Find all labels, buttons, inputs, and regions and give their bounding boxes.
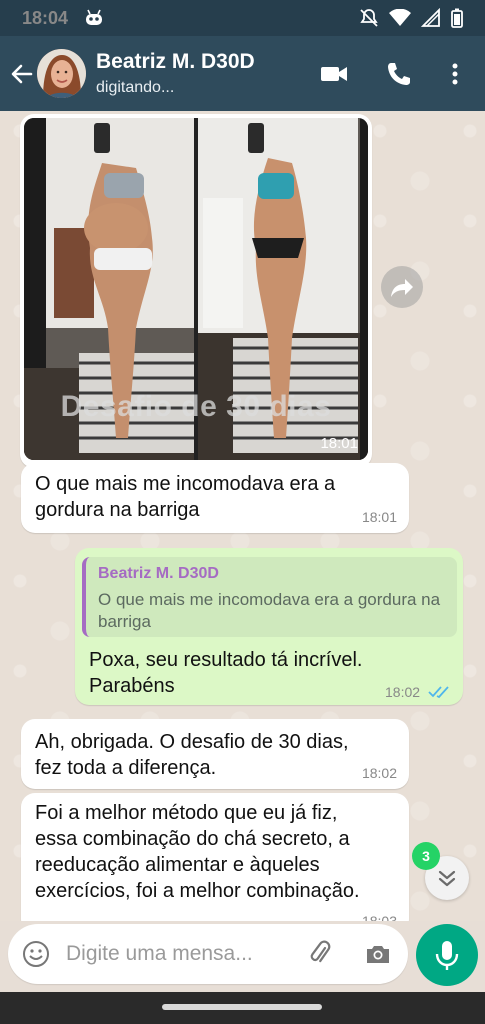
message-composer[interactable]: Digite uma mensa... xyxy=(8,924,408,984)
quote-author: Beatriz M. D30D xyxy=(98,565,219,582)
status-icons xyxy=(359,8,463,28)
message-text: fez toda a diferença. xyxy=(35,757,217,779)
unread-count-badge: 3 xyxy=(412,842,440,870)
mic-icon xyxy=(435,941,459,970)
message-time: 18:01 xyxy=(361,509,397,525)
contact-name[interactable]: Beatriz M. D30D xyxy=(96,50,255,74)
forward-icon xyxy=(391,279,413,297)
incoming-message[interactable]: Ah, obrigada. O desafio de 30 dias, fez … xyxy=(21,719,409,789)
photo-image[interactable]: Desafio de 30 dias 18:01 xyxy=(24,118,368,460)
status-time: 18:04 xyxy=(22,8,69,28)
message-text: reeducação alimentar e àqueles xyxy=(35,854,320,876)
quoted-message[interactable]: Beatriz M. D30D O que mais me incomodava… xyxy=(82,557,457,637)
voice-message-button[interactable] xyxy=(416,924,478,986)
message-text: O que mais me incomodava era a xyxy=(35,473,336,495)
message-text: Foi a melhor método que eu já fiz, xyxy=(35,802,338,824)
double-check-icon xyxy=(428,686,449,699)
message-input[interactable]: Digite uma mensa... xyxy=(66,942,253,966)
message-time: 18:03 xyxy=(361,913,397,921)
chat-area[interactable]: Desafio de 30 dias 18:01 O que mais me i… xyxy=(0,111,485,921)
message-text: Ah, obrigada. O desafio de 30 dias, xyxy=(35,731,349,753)
more-vert-icon[interactable] xyxy=(441,60,469,88)
forward-button[interactable] xyxy=(381,266,423,308)
incoming-message[interactable]: Foi a melhor método que eu já fiz, essa … xyxy=(21,793,409,921)
message-text: Poxa, seu resultado tá incrível. xyxy=(89,649,363,671)
emoji-icon[interactable] xyxy=(22,940,50,968)
mute-icon xyxy=(360,9,378,27)
message-text: exercícios, foi a melhor combinação. xyxy=(35,880,360,902)
wifi-icon xyxy=(389,9,411,26)
system-nav-bar xyxy=(0,992,485,1024)
signal-icon xyxy=(421,8,440,27)
message-time: 18:02 xyxy=(361,765,397,781)
attach-icon[interactable] xyxy=(306,940,334,968)
quote-text: O que mais me incomodava era a gordura n… xyxy=(98,590,441,631)
avatar[interactable] xyxy=(37,49,86,98)
battery-icon xyxy=(451,8,463,28)
typing-status: digitando... xyxy=(96,79,175,96)
camera-icon[interactable] xyxy=(364,940,392,968)
back-arrow-icon[interactable] xyxy=(9,61,35,87)
notification-app-icon xyxy=(86,9,102,25)
photo-caption: Desafio de 30 dias xyxy=(60,390,332,423)
chat-header: Beatriz M. D30D digitando... xyxy=(0,36,485,111)
home-gesture-handle[interactable] xyxy=(162,1004,322,1010)
message-time: 18:01 xyxy=(320,435,358,452)
photo-message[interactable]: Desafio de 30 dias 18:01 xyxy=(20,114,372,468)
message-time: 18:02 xyxy=(385,684,421,700)
message-text: Parabéns xyxy=(89,675,175,697)
phone-icon[interactable] xyxy=(385,60,413,88)
status-bar: 18:04 xyxy=(0,0,485,36)
message-text: gordura na barriga xyxy=(35,499,200,521)
video-call-icon[interactable] xyxy=(320,60,348,88)
incoming-message[interactable]: O que mais me incomodava era a gordura n… xyxy=(21,463,409,533)
message-text: essa combinação do chá secreto, a xyxy=(35,828,350,850)
